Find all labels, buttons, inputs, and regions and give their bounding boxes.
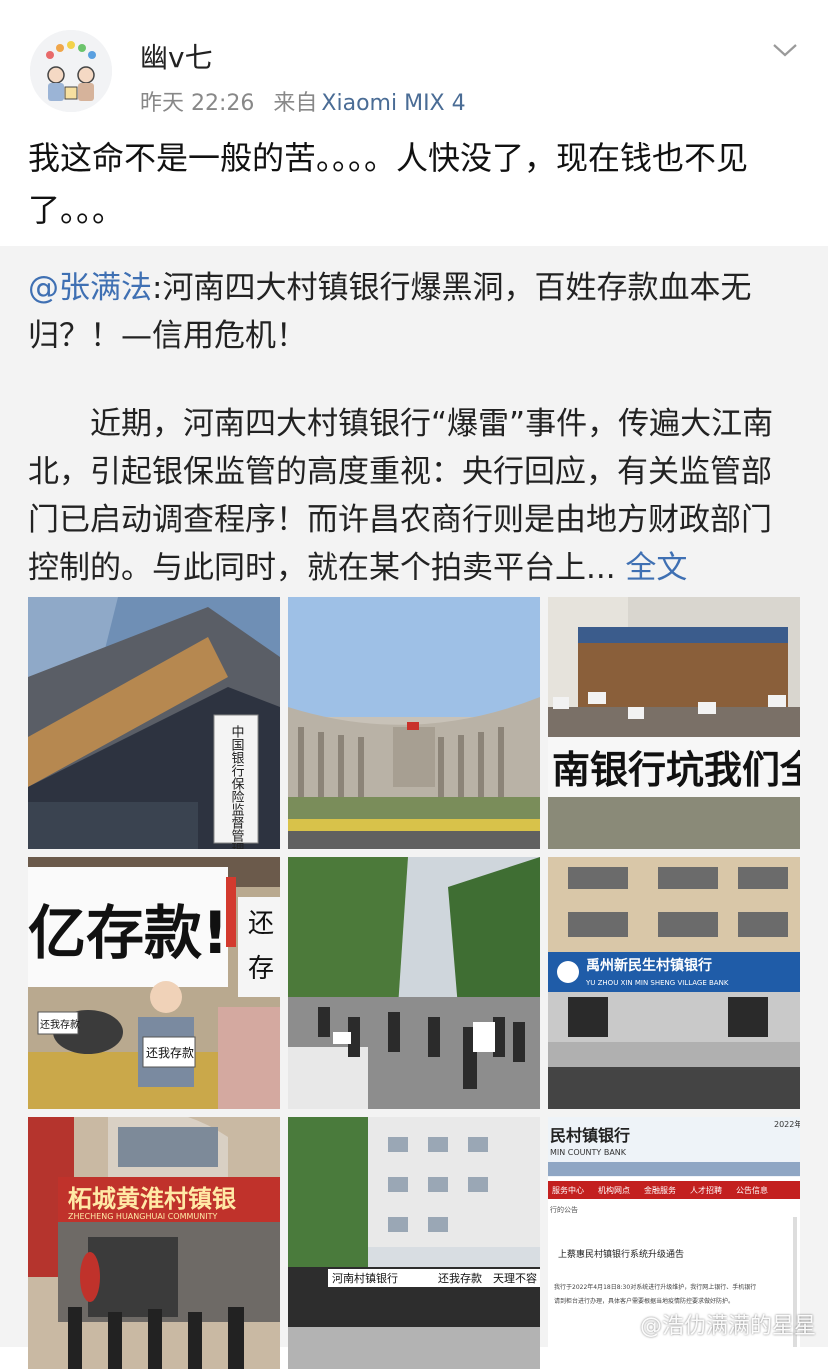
website-nav-4: 人才招聘 xyxy=(690,1185,722,1195)
protest-banner-text: 南银行坑我们全国百万人 xyxy=(552,748,800,792)
website-title: 民村镇银行 xyxy=(550,1126,630,1145)
website-nav-3: 金融服务 xyxy=(644,1185,676,1195)
bank-protest-banner-text-3: 天理不容 xyxy=(493,1271,537,1285)
child-protest-banner-text: 亿存款! xyxy=(28,899,228,967)
yuzhou-bank-name-en: YU ZHOU XIN MIN SHENG VILLAGE BANK xyxy=(585,979,729,987)
watermark: @浩仂满满的星星 xyxy=(639,1314,816,1339)
full-text-link[interactable]: 全文 xyxy=(625,550,687,586)
mention-link[interactable]: @张满法 xyxy=(28,270,152,306)
zhecheng-bank-photo[interactable]: 柘城黄淮村镇银 ZHECHENG HUANGHUAI COMMUNITY xyxy=(28,1117,280,1369)
child-protest-side-text: 还 xyxy=(248,909,274,939)
bank-protest-banner-text: 河南村镇银行 xyxy=(332,1271,398,1285)
source-device[interactable]: Xiaomi MIX 4 xyxy=(321,91,465,116)
website-breadcrumb: 行的公告 xyxy=(550,1205,578,1214)
website-notice-line-1: 我行于2022年4月18日8:30对系统进行升级维护，我行网上银行、手机银行 xyxy=(554,1283,756,1291)
website-subtitle: MIN COUNTY BANK xyxy=(550,1148,627,1157)
child-placard-text: 还我存款 xyxy=(146,1046,194,1060)
child-protest-photo[interactable]: 亿存款! 还 存 还我存款 还我存款 xyxy=(28,857,280,1109)
repost-body-block: 近期，河南四大村镇银行“爆雷”事件，传遍大江南北，引起银保监管的高度重视：央行回… xyxy=(28,400,800,592)
cbirc-sign-text: 中国银行保险监督管理委员会 xyxy=(229,725,245,849)
post-text: 我这命不是一般的苦。。。。人快没了，现在钱也不见了。。。 xyxy=(28,139,749,229)
website-year: 2022年 xyxy=(774,1119,800,1129)
cbirc-building-photo[interactable]: 中国银行保险监督管理委员会 xyxy=(28,597,280,849)
central-bank-building-photo[interactable] xyxy=(288,597,540,849)
image-grid: 中国银行保险监督管理委员会 南银行坑我们全 亿存款! 还 存 还我存款 还我存款… xyxy=(28,597,800,1369)
website-nav-1: 服务中心 xyxy=(552,1185,584,1195)
zhecheng-bank-name-en: ZHECHENG HUANGHUAI COMMUNITY xyxy=(68,1212,217,1221)
repost-headline-block: @张满法:河南四大村镇银行爆黑洞，百姓存款血本无归？！—信用危机！ xyxy=(28,264,798,360)
bank-protest-banner-text-2: 还我存款 xyxy=(438,1271,482,1285)
post-meta: 昨天 22:26 来自 Xiaomi MIX 4 xyxy=(140,85,466,117)
website-notice-title: 上蔡惠民村镇银行系统升级通告 xyxy=(558,1248,684,1260)
street-protest-photo[interactable] xyxy=(288,857,540,1109)
author-name[interactable]: 幽v七 xyxy=(140,36,213,76)
avatar-illustration xyxy=(30,30,112,112)
yuzhou-bank-photo[interactable]: 禹州新民生村镇银行 YU ZHOU XIN MIN SHENG VILLAGE … xyxy=(548,857,800,1109)
website-nav-5: 公告信息 xyxy=(736,1185,768,1195)
chevron-down-icon[interactable] xyxy=(770,40,800,60)
bank-protest-banners-photo[interactable]: 河南村镇银行 还我存款 天理不容 xyxy=(288,1117,540,1369)
website-notice-line-2: 请到柜台进行办理，具体客户需要根据当地疫情防控要求做好防护。 xyxy=(554,1297,734,1305)
website-nav-2: 机构网点 xyxy=(598,1185,630,1195)
weibo-post: 幽v七 昨天 22:26 来自 Xiaomi MIX 4 我这命不是一般的苦。。。… xyxy=(0,0,828,1369)
protest-at-office-photo[interactable]: 南银行坑我们全国百万人 xyxy=(548,597,800,849)
yuzhou-bank-name: 禹州新民生村镇银行 xyxy=(586,957,712,974)
post-time: 昨天 22:26 xyxy=(140,91,255,116)
source-prefix: 来自 xyxy=(273,91,318,116)
zhecheng-bank-name: 柘城黄淮村镇银 xyxy=(68,1184,237,1213)
reposted-content[interactable]: @张满法:河南四大村镇银行爆黑洞，百姓存款血本无归？！—信用危机！ 近期，河南四… xyxy=(0,246,828,1369)
child-small-placard-text: 还我存款 xyxy=(40,1018,80,1031)
child-protest-side-text-2: 存 xyxy=(248,954,274,984)
avatar[interactable] xyxy=(30,30,112,112)
